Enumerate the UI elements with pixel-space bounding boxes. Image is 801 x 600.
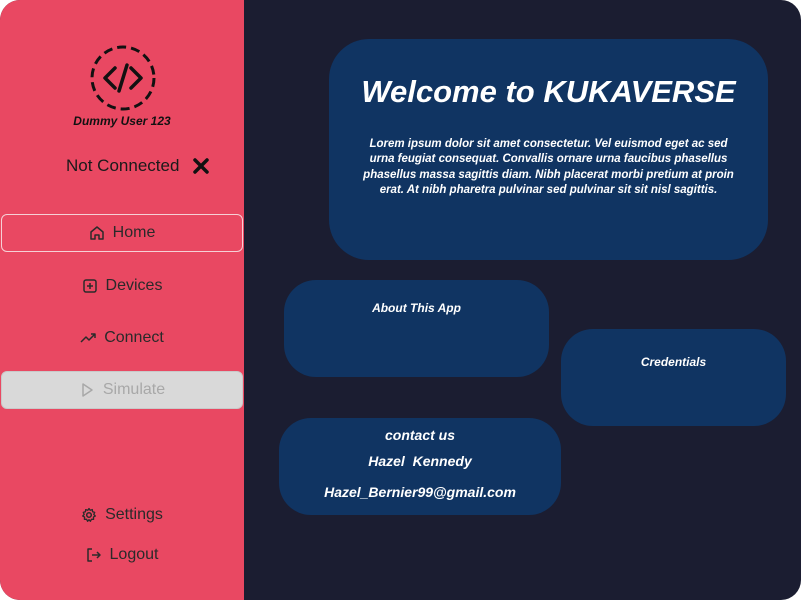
play-icon [82,383,93,397]
credentials-title: Credentials [640,355,707,369]
nav-label: Settings [105,506,163,523]
nav-item-devices[interactable]: Devices [1,267,243,305]
contact-title: contact us [384,427,455,443]
credentials-card[interactable]: Credentials [561,329,786,426]
app-window: Dummy User 123 Not Connected Home Device… [0,0,801,600]
trending-up-icon [80,333,96,343]
nav-item-settings[interactable]: Settings [1,496,243,534]
nav-item-logout[interactable]: Logout [1,536,243,574]
contact-email[interactable]: Hazel_Bernier99@gmail.com [279,484,561,500]
nav-label: Devices [105,277,163,294]
plus-square-icon [82,279,97,293]
about-card[interactable]: About This App [284,280,549,377]
nav-item-connect[interactable]: Connect [1,319,243,357]
sidebar: Dummy User 123 Not Connected Home Device… [0,0,244,600]
close-icon[interactable] [193,158,210,174]
connection-status-label: Not Connected [66,156,180,175]
about-title: About This App [372,301,461,315]
nav-item-simulate[interactable]: Simulate [1,371,243,409]
logout-icon [86,548,101,562]
welcome-title: Welcome to KUKAVERSE [361,74,736,109]
home-icon [89,226,104,240]
welcome-body: Lorem ipsum dolor sit amet consectetur. … [363,138,734,197]
nav-item-home[interactable]: Home [1,214,243,252]
nav-label: Logout [109,546,159,563]
nav-label: Home [112,224,156,241]
connection-status: Not Connected [66,156,210,176]
nav-label: Connect [104,329,164,346]
contact-name: Hazel Kennedy [368,453,472,469]
welcome-card: Welcome to KUKAVERSE Lorem ipsum dolor s… [329,39,768,260]
gear-icon [82,507,97,522]
nav-label: Simulate [102,381,166,398]
user-name: Dummy User 123 [73,114,171,128]
contact-card: contact us Hazel Kennedy Hazel_Bernier99… [279,418,561,515]
code-logo-icon [90,45,156,111]
